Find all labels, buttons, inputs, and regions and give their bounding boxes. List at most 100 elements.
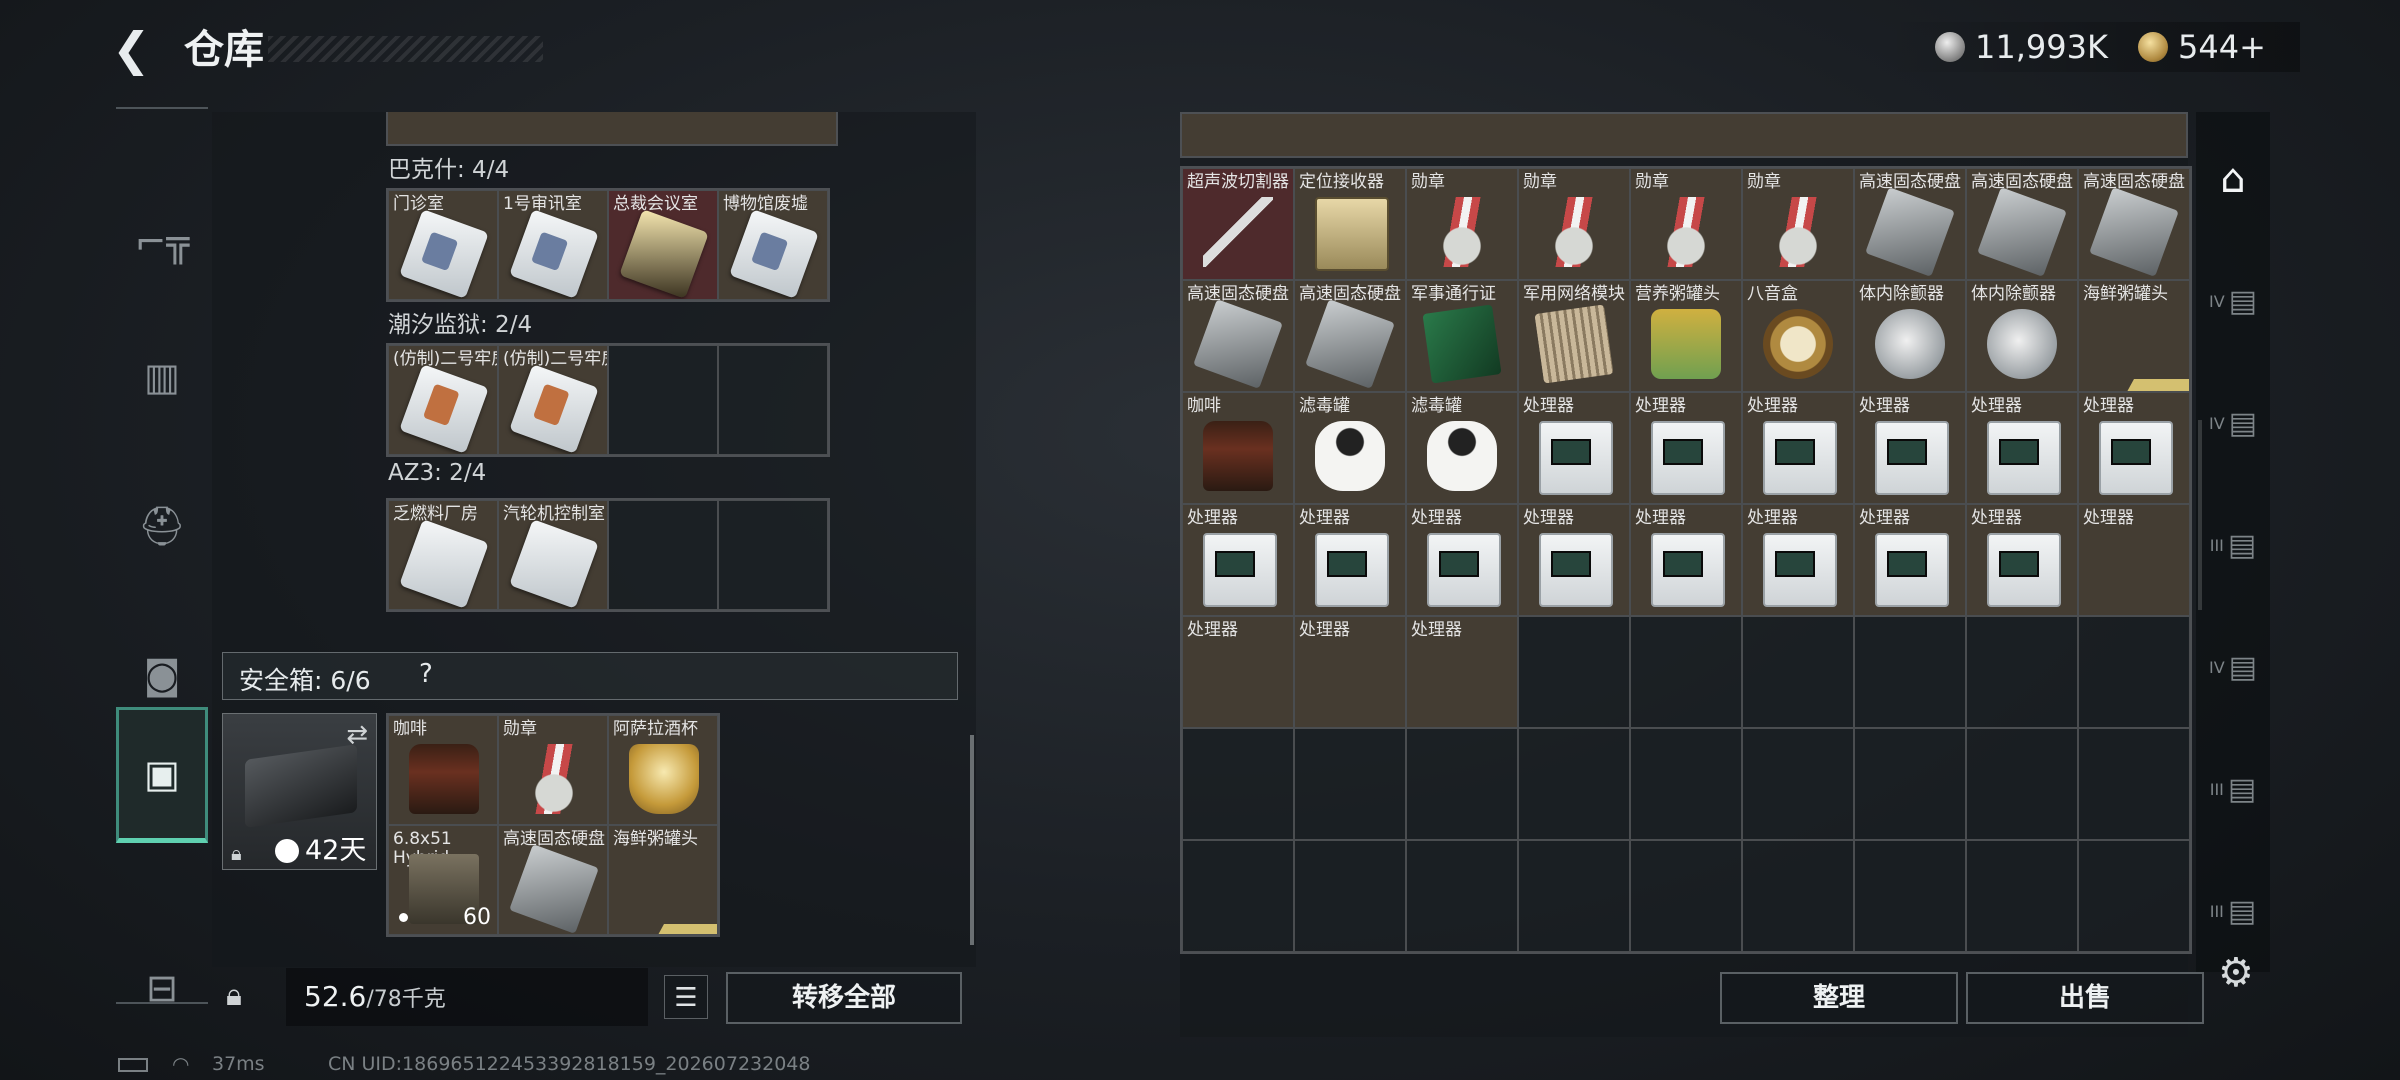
- empty-slot[interactable]: [1630, 728, 1742, 840]
- gold-amount[interactable]: 544+: [2178, 26, 2266, 68]
- left-scrollbar[interactable]: [970, 735, 974, 945]
- empty-slot[interactable]: [608, 345, 718, 455]
- item-slot[interactable]: 定位接收器: [1294, 168, 1406, 280]
- item-slot[interactable]: 高速固态硬盘: [1966, 168, 2078, 280]
- item-slot[interactable]: 处理器: [1406, 616, 1518, 728]
- item-slot[interactable]: 勋章: [1518, 168, 1630, 280]
- help-icon[interactable]: ?: [419, 659, 433, 689]
- armor-vest-icon[interactable]: ▥: [116, 314, 208, 439]
- item-slot[interactable]: 高速固态硬盘: [2078, 168, 2190, 280]
- gun-icon[interactable]: ⌐╦: [116, 179, 208, 304]
- empty-slot[interactable]: [1854, 616, 1966, 728]
- item-slot[interactable]: 勋章: [1406, 168, 1518, 280]
- item-slot[interactable]: 八音盒: [1742, 280, 1854, 392]
- empty-slot[interactable]: [1406, 840, 1518, 952]
- item-slot[interactable]: 滤毒罐: [1294, 392, 1406, 504]
- empty-slot[interactable]: [1182, 728, 1294, 840]
- item-slot[interactable]: 高速固态硬盘: [1854, 168, 1966, 280]
- item-slot[interactable]: 军用网络模块: [1518, 280, 1630, 392]
- transfer-all-button[interactable]: 转移全部: [726, 972, 962, 1024]
- empty-slot[interactable]: [718, 345, 828, 455]
- item-slot[interactable]: 门诊室: [388, 190, 498, 300]
- item-slot[interactable]: 总裁会议室: [608, 190, 718, 300]
- item-slot[interactable]: 咖啡: [1182, 392, 1294, 504]
- item-slot[interactable]: 处理器: [1854, 392, 1966, 504]
- swap-icon[interactable]: ⇄: [346, 720, 368, 750]
- item-slot[interactable]: 处理器: [1518, 392, 1630, 504]
- empty-slot[interactable]: [1966, 728, 2078, 840]
- empty-slot[interactable]: [1630, 840, 1742, 952]
- item-slot[interactable]: 处理器: [1742, 504, 1854, 616]
- safe-box-case[interactable]: ⇄ 🔒︎ 42天: [222, 713, 377, 870]
- item-slot[interactable]: 体内除颤器: [1966, 280, 2078, 392]
- empty-slot[interactable]: [1854, 840, 1966, 952]
- empty-slot[interactable]: [1966, 840, 2078, 952]
- item-slot[interactable]: 1号审讯室: [498, 190, 608, 300]
- add-gold-button[interactable]: +: [2239, 28, 2266, 66]
- sell-button[interactable]: 出售: [1966, 972, 2204, 1024]
- empty-slot[interactable]: [1742, 616, 1854, 728]
- item-slot[interactable]: 勋章: [1630, 168, 1742, 280]
- item-slot[interactable]: 处理器: [1294, 504, 1406, 616]
- empty-slot[interactable]: [2078, 616, 2190, 728]
- item-slot[interactable]: 营养粥罐头: [1630, 280, 1742, 392]
- empty-slot[interactable]: [1518, 616, 1630, 728]
- empty-slot[interactable]: [1742, 728, 1854, 840]
- empty-slot[interactable]: [1518, 840, 1630, 952]
- item-slot[interactable]: 勋章: [1742, 168, 1854, 280]
- empty-slot[interactable]: [1630, 616, 1742, 728]
- item-slot[interactable]: (仿制)二号牢房: [498, 345, 608, 455]
- weapon-filter-icon[interactable]: IV ▤: [2196, 368, 2270, 478]
- item-slot[interactable]: 处理器: [1966, 392, 2078, 504]
- item-slot[interactable]: 高速固态硬盘: [1294, 280, 1406, 392]
- empty-slot[interactable]: [2078, 840, 2190, 952]
- list-icon[interactable]: ☰: [664, 975, 708, 1019]
- item-slot[interactable]: 勋章: [498, 715, 608, 825]
- item-slot[interactable]: 6.8x51Hybrid60: [388, 825, 498, 935]
- item-slot[interactable]: 博物馆废墟: [718, 190, 828, 300]
- item-slot[interactable]: 超声波切割器: [1182, 168, 1294, 280]
- weapon-filter-icon[interactable]: III ▤: [2196, 734, 2270, 844]
- lock-icon[interactable]: 🔒︎: [226, 978, 242, 1013]
- item-slot[interactable]: 处理器: [1294, 616, 1406, 728]
- weapon-filter-icon[interactable]: IV ▤: [2196, 612, 2270, 722]
- empty-slot[interactable]: [1182, 840, 1294, 952]
- item-slot[interactable]: 处理器: [1630, 392, 1742, 504]
- item-slot[interactable]: (仿制)二号牢房: [388, 345, 498, 455]
- home-icon[interactable]: ⌂: [2196, 124, 2270, 234]
- item-slot[interactable]: 军事通行证: [1406, 280, 1518, 392]
- item-slot[interactable]: 咖啡: [388, 715, 498, 825]
- empty-slot[interactable]: [1294, 728, 1406, 840]
- item-slot[interactable]: 处理器: [1630, 504, 1742, 616]
- item-slot[interactable]: 处理器: [1742, 392, 1854, 504]
- empty-slot[interactable]: [608, 500, 718, 610]
- empty-slot[interactable]: [1966, 616, 2078, 728]
- rig-icon[interactable]: ⛑: [116, 464, 208, 589]
- toolbox-icon[interactable]: ⊟: [116, 925, 208, 1050]
- item-slot[interactable]: 处理器: [1518, 504, 1630, 616]
- item-slot[interactable]: 汽轮机控制室: [498, 500, 608, 610]
- empty-slot[interactable]: [1518, 728, 1630, 840]
- weapon-filter-icon[interactable]: III ▤: [2196, 490, 2270, 600]
- item-slot[interactable]: 处理器: [1854, 504, 1966, 616]
- item-slot[interactable]: 处理器: [2078, 504, 2190, 616]
- item-slot[interactable]: 处理器: [1966, 504, 2078, 616]
- item-slot[interactable]: 海鲜粥罐头: [608, 825, 718, 935]
- empty-slot[interactable]: [1854, 728, 1966, 840]
- item-slot[interactable]: 海鲜粥罐头: [2078, 280, 2190, 392]
- item-slot[interactable]: 处理器: [1182, 504, 1294, 616]
- empty-slot[interactable]: [2078, 728, 2190, 840]
- empty-slot[interactable]: [1742, 840, 1854, 952]
- back-chevron-icon[interactable]: ❮: [112, 24, 162, 74]
- item-slot[interactable]: 处理器: [1406, 504, 1518, 616]
- item-slot[interactable]: 乏燃料厂房: [388, 500, 498, 610]
- item-slot[interactable]: 高速固态硬盘: [1182, 280, 1294, 392]
- empty-slot[interactable]: [1294, 840, 1406, 952]
- sort-button[interactable]: 整理: [1720, 972, 1958, 1024]
- item-slot[interactable]: 滤毒罐: [1406, 392, 1518, 504]
- empty-slot[interactable]: [1406, 728, 1518, 840]
- gear-icon[interactable]: ⚙: [2218, 950, 2254, 996]
- weapon-filter-icon[interactable]: IV ▤: [2196, 246, 2270, 356]
- item-slot[interactable]: 阿萨拉酒杯: [608, 715, 718, 825]
- safe-box-icon[interactable]: ▣: [116, 707, 208, 843]
